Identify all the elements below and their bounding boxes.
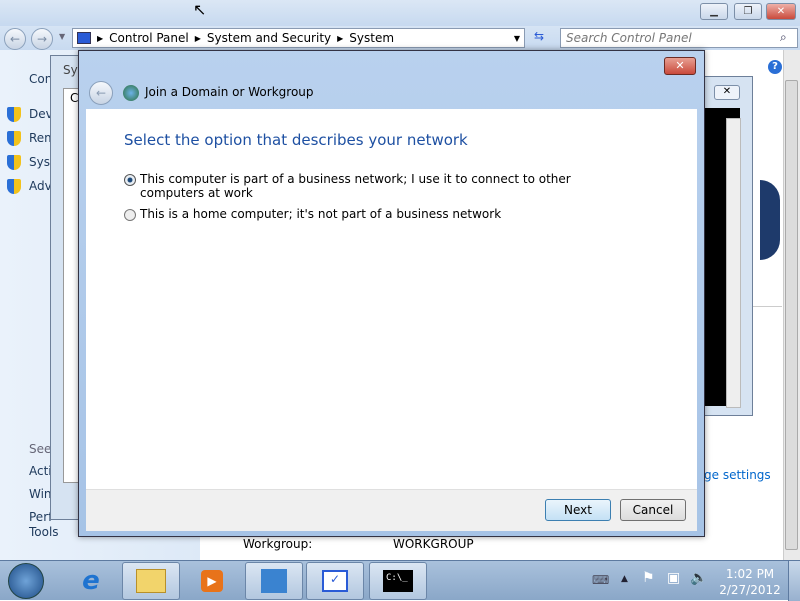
next-button[interactable]: Next: [545, 499, 611, 521]
see-also-action-center[interactable]: Acti: [29, 464, 52, 478]
left-link-advanced[interactable]: Adv: [29, 179, 52, 193]
join-domain-dialog: ✕ ← Join a Domain or Workgroup Select th…: [78, 50, 705, 537]
left-pane-home[interactable]: Con: [29, 72, 52, 86]
network-tray-icon[interactable]: ▣: [667, 570, 680, 586]
network-icon: [123, 85, 139, 101]
refresh-icon[interactable]: ⇆: [528, 29, 550, 48]
control-panel-button[interactable]: [245, 562, 303, 600]
dialog-heading: Select the option that describes your ne…: [124, 131, 468, 149]
folder-icon: [136, 569, 166, 593]
console-scrollbar[interactable]: [726, 118, 741, 408]
dialog-back-button[interactable]: ←: [89, 81, 113, 105]
help-icon[interactable]: ?: [768, 60, 782, 74]
recent-pages-dropdown[interactable]: ▼: [59, 32, 65, 41]
keyboard-icon[interactable]: ⌨: [592, 573, 609, 587]
computer-icon: [77, 32, 91, 44]
address-dropdown-icon[interactable]: ▼: [514, 34, 520, 43]
address-bar[interactable]: ▶ Control Panel ▶ System and Security ▶ …: [72, 28, 525, 48]
maximize-button[interactable]: ❐: [734, 3, 762, 20]
clock-time: 1:02 PM: [725, 567, 775, 581]
show-hidden-icons[interactable]: ▲: [621, 574, 628, 584]
change-settings-link[interactable]: ge settings: [704, 468, 771, 482]
media-player-button[interactable]: ▶: [183, 562, 241, 600]
see-also-tools[interactable]: Tools: [29, 525, 59, 539]
chevron-right-icon: ▶: [337, 33, 344, 43]
workgroup-label: Workgroup:: [243, 537, 313, 551]
breadcrumb-system[interactable]: System: [349, 31, 394, 45]
explorer-title-bar: [0, 0, 800, 28]
forward-button[interactable]: →: [31, 28, 53, 50]
close-window-button[interactable]: ✕: [766, 3, 796, 20]
clock[interactable]: 1:02 PM 2/27/2012: [718, 566, 782, 598]
action-center-flag-icon[interactable]: ⚑: [642, 570, 655, 586]
dialog-title: Join a Domain or Workgroup: [145, 85, 314, 99]
dialog-close-button[interactable]: ✕: [664, 57, 696, 75]
system-icon: ✓: [322, 570, 348, 592]
control-panel-icon: [261, 569, 287, 593]
internet-explorer-icon[interactable]: e: [62, 562, 120, 600]
see-also-heading: See: [29, 442, 52, 456]
breadcrumb-system-security[interactable]: System and Security: [207, 31, 331, 45]
minimize-button[interactable]: ▁: [700, 3, 728, 20]
chevron-right-icon: ▶: [194, 33, 201, 43]
breadcrumb-control-panel[interactable]: Control Panel: [109, 31, 189, 45]
command-prompt-button[interactable]: C:\_: [369, 562, 427, 600]
close-icon[interactable]: ✕: [714, 85, 740, 100]
option-business-label[interactable]: This computer is part of a business netw…: [140, 172, 600, 200]
volume-icon[interactable]: 🔈: [690, 570, 707, 586]
search-icon[interactable]: ⌕: [780, 30, 787, 45]
show-desktop-button[interactable]: [788, 561, 800, 601]
workgroup-value: WORKGROUP: [393, 537, 474, 551]
see-also-windows-update[interactable]: Win: [29, 487, 52, 501]
option-home-radio[interactable]: [124, 209, 136, 221]
back-button[interactable]: ←: [4, 28, 26, 50]
command-prompt-icon: C:\_: [383, 570, 413, 592]
shield-icon: [7, 155, 21, 170]
start-button[interactable]: [8, 563, 44, 599]
cancel-button[interactable]: Cancel: [620, 499, 686, 521]
dialog-footer: Next Cancel: [86, 489, 697, 531]
option-home-label[interactable]: This is a home computer; it's not part o…: [140, 207, 501, 221]
option-business-radio[interactable]: [124, 174, 136, 186]
play-icon: ▶: [201, 570, 223, 592]
mouse-cursor-icon: ↖: [193, 0, 207, 19]
system-properties-button[interactable]: ✓: [306, 562, 364, 600]
shield-icon: [7, 131, 21, 146]
divider: [752, 306, 782, 307]
search-input[interactable]: Search Control Panel: [560, 28, 798, 48]
clock-date: 2/27/2012: [719, 583, 781, 597]
shield-icon: [7, 179, 21, 194]
windows-logo-partial: [760, 180, 780, 260]
scrollbar-thumb[interactable]: [785, 80, 798, 550]
dialog-content: Select the option that describes your ne…: [86, 109, 697, 489]
windows-explorer-button[interactable]: [122, 562, 180, 600]
shield-icon: [7, 107, 21, 122]
taskbar: e ▶ ✓ C:\_ ⌨ ▲ ⚑ ▣ 🔈 1:02 PM 2/27/2012: [0, 560, 800, 601]
chevron-right-icon: ▶: [97, 33, 104, 43]
see-also-performance[interactable]: Perf: [29, 510, 52, 524]
